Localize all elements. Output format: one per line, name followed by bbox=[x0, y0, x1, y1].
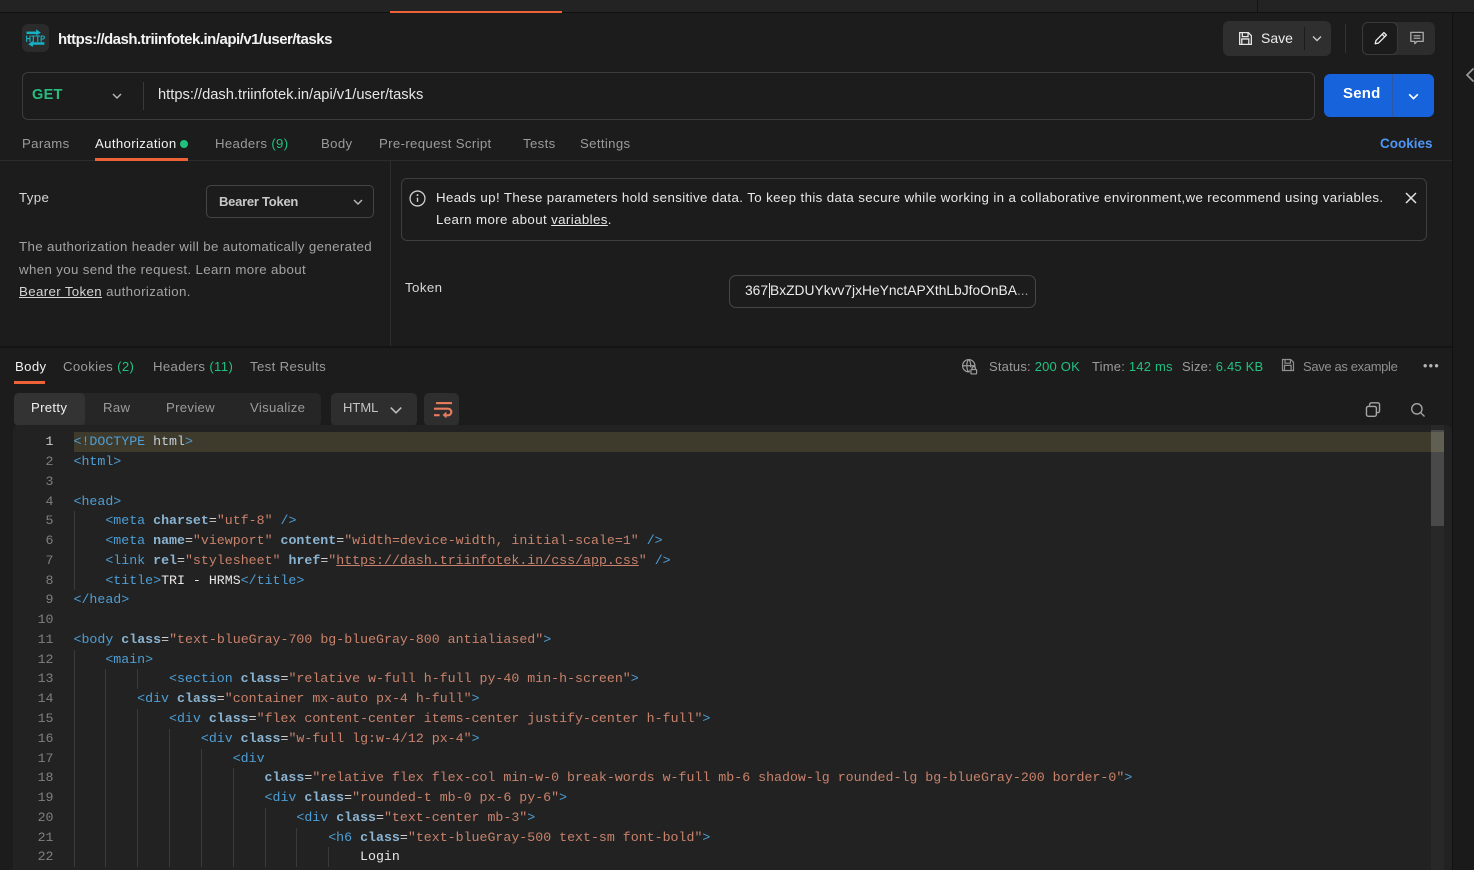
svg-text:HTTP: HTTP bbox=[26, 34, 46, 45]
